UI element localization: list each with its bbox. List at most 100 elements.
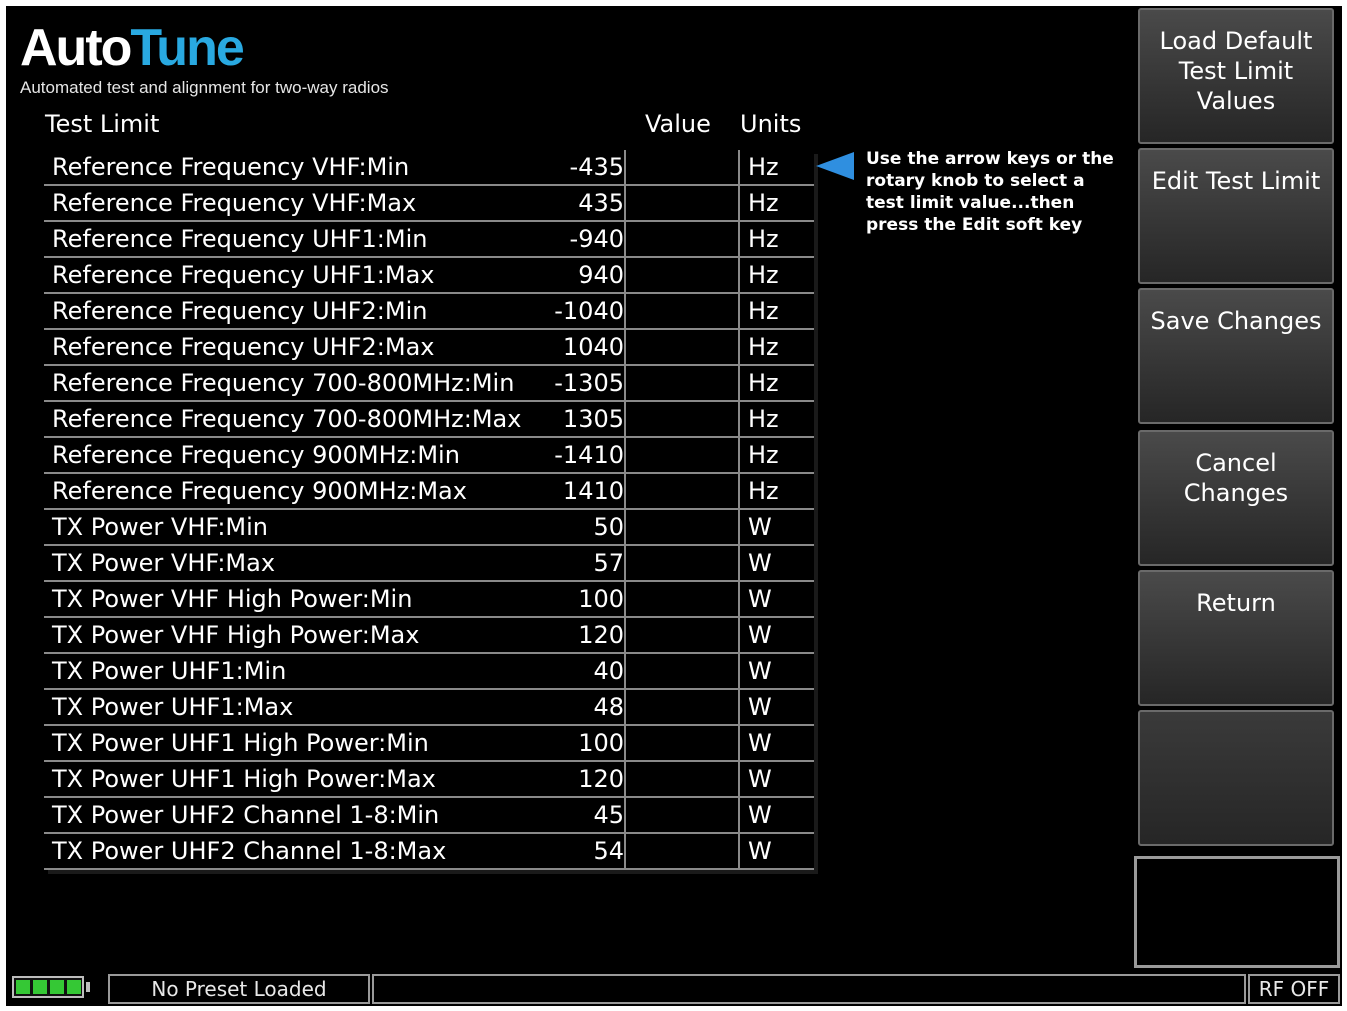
test-limit-name: Reference Frequency 700-800MHz:Max [52, 405, 522, 433]
test-limit-unit: W [748, 765, 772, 793]
hint-text: Use the arrow keys or the rotary knob to… [866, 149, 1114, 235]
table-row[interactable]: TX Power UHF1 High Power:Max 120 W [44, 762, 814, 798]
cancel-changes-button[interactable]: Cancel Changes [1138, 430, 1334, 566]
table-row[interactable]: TX Power UHF2 Channel 1-8:Max 54 W [44, 834, 814, 870]
table-row[interactable]: TX Power VHF High Power:Max 120 W [44, 618, 814, 654]
save-changes-button[interactable]: Save Changes [1138, 288, 1334, 424]
table-row[interactable]: TX Power VHF:Max 57 W [44, 546, 814, 582]
test-limit-value: 1040 [562, 333, 624, 361]
table-row[interactable]: Reference Frequency 700-800MHz:Max 1305 Hz [44, 402, 814, 438]
return-button[interactable]: Return [1138, 570, 1334, 706]
table-row[interactable]: Reference Frequency 900MHz:Max 1410 Hz [44, 474, 814, 510]
info-panel [1134, 856, 1340, 968]
column-divider [624, 222, 626, 256]
column-divider [624, 510, 626, 544]
empty-softkey[interactable] [1138, 710, 1334, 846]
test-limit-name: TX Power UHF1:Min [52, 657, 287, 685]
column-divider [738, 258, 740, 292]
column-divider [624, 330, 626, 364]
softkey-panel: Load Default Test Limit Values Edit Test… [1134, 6, 1342, 854]
column-divider [738, 690, 740, 724]
test-limit-unit: Hz [748, 261, 779, 289]
column-divider [624, 438, 626, 472]
load-default-test-limits-button[interactable]: Load Default Test Limit Values [1138, 8, 1334, 144]
test-limit-value: 45 [593, 801, 624, 829]
column-divider [624, 762, 626, 796]
column-divider [738, 438, 740, 472]
test-limit-unit: W [748, 585, 772, 613]
column-divider [624, 258, 626, 292]
table-row[interactable]: Reference Frequency UHF2:Min -1040 Hz [44, 294, 814, 330]
table-row[interactable]: TX Power UHF1:Max 48 W [44, 690, 814, 726]
column-divider [624, 654, 626, 688]
test-limit-value: 57 [593, 549, 624, 577]
column-header-units: Units [740, 110, 802, 138]
test-limit-unit: W [748, 837, 772, 865]
test-limit-value: -1305 [554, 369, 624, 397]
column-header-value: Value [645, 110, 711, 138]
column-divider [624, 582, 626, 616]
column-divider [624, 402, 626, 436]
battery-cell [33, 980, 47, 994]
test-limit-value: 40 [593, 657, 624, 685]
column-divider [624, 618, 626, 652]
battery-tip [86, 982, 90, 992]
table-row[interactable]: Reference Frequency 900MHz:Min -1410 Hz [44, 438, 814, 474]
table-row[interactable]: Reference Frequency 700-800MHz:Min -1305 H… [44, 366, 814, 402]
test-limit-unit: Hz [748, 441, 779, 469]
column-divider [738, 330, 740, 364]
table-row[interactable]: TX Power UHF2 Channel 1-8:Min 45 W [44, 798, 814, 834]
column-header-test-limit: Test Limit [45, 110, 160, 138]
test-limit-name: Reference Frequency UHF2:Min [52, 297, 428, 325]
status-message-field [372, 974, 1246, 1004]
test-limit-name: Reference Frequency 900MHz:Min [52, 441, 460, 469]
test-limit-value: 100 [578, 729, 624, 757]
test-limit-value: 48 [593, 693, 624, 721]
test-limit-value: 100 [578, 585, 624, 613]
column-divider [738, 510, 740, 544]
test-limit-unit: Hz [748, 369, 779, 397]
column-divider [738, 402, 740, 436]
test-limit-value: -1410 [554, 441, 624, 469]
edit-test-limit-button[interactable]: Edit Test Limit [1138, 148, 1334, 284]
test-limit-name: Reference Frequency 700-800MHz:Min [52, 369, 515, 397]
column-divider [624, 294, 626, 328]
table-row[interactable]: TX Power VHF High Power:Min 100 W [44, 582, 814, 618]
test-limit-unit: Hz [748, 189, 779, 217]
column-divider [738, 366, 740, 400]
table-row[interactable]: Reference Frequency UHF2:Max 1040 Hz [44, 330, 814, 366]
column-divider [624, 474, 626, 508]
table-row[interactable]: Reference Frequency UHF1:Min -940 Hz [44, 222, 814, 258]
column-divider [624, 834, 626, 868]
test-limit-unit: W [748, 657, 772, 685]
test-limit-unit: W [748, 513, 772, 541]
test-limit-unit: Hz [748, 477, 779, 505]
test-limit-name: Reference Frequency UHF1:Min [52, 225, 428, 253]
test-limit-name: TX Power VHF High Power:Max [52, 621, 420, 649]
test-limit-value: 940 [578, 261, 624, 289]
table-row[interactable]: Reference Frequency VHF:Max 435 Hz [44, 186, 814, 222]
test-limit-name: TX Power VHF:Max [52, 549, 276, 577]
test-limit-name: TX Power UHF2 Channel 1-8:Min [52, 801, 440, 829]
table-row[interactable]: TX Power UHF1 High Power:Min 100 W [44, 726, 814, 762]
column-divider [738, 546, 740, 580]
column-divider [738, 762, 740, 796]
test-limit-unit: Hz [748, 333, 779, 361]
column-divider [738, 294, 740, 328]
table-row[interactable]: Reference Frequency UHF1:Max 940 Hz [44, 258, 814, 294]
hint-arrow-icon [816, 152, 854, 180]
column-divider [738, 150, 740, 184]
logo-word-tune: Tune [130, 19, 244, 77]
test-limit-unit: W [748, 729, 772, 757]
test-limit-value: 1410 [562, 477, 624, 505]
instrument-screen: AutoTune Automated test and alignment fo… [6, 6, 1342, 1006]
table-row[interactable]: Reference Frequency VHF:Min -435 Hz [44, 150, 814, 186]
preset-status: No Preset Loaded [108, 974, 370, 1004]
battery-cell [50, 980, 64, 994]
test-limit-unit: W [748, 621, 772, 649]
test-limit-name: Reference Frequency UHF1:Max [52, 261, 435, 289]
table-row[interactable]: TX Power VHF:Min 50 W [44, 510, 814, 546]
table-row[interactable]: TX Power UHF1:Min 40 W [44, 654, 814, 690]
test-limit-unit: W [748, 693, 772, 721]
column-divider [738, 726, 740, 760]
